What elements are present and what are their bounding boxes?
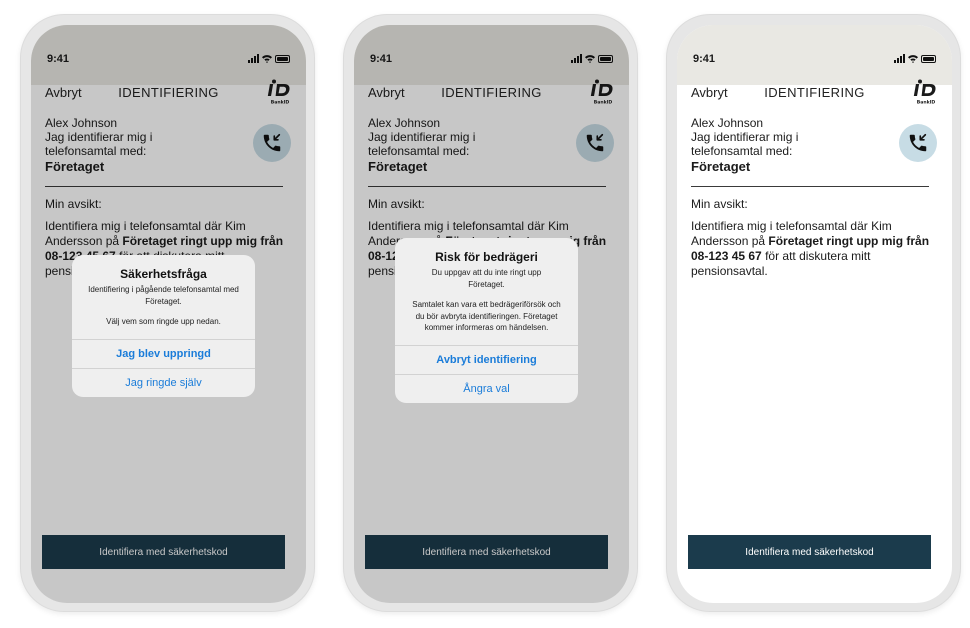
incoming-call-icon bbox=[899, 124, 937, 162]
alert-warning: Samtalet kan vara ett bedrägeriförsök oc… bbox=[412, 300, 561, 332]
undo-choice-button[interactable]: Ångra val bbox=[395, 373, 578, 403]
cellular-signal-icon bbox=[894, 54, 905, 63]
cancel-identification-button[interactable]: Avbryt identifiering bbox=[395, 344, 578, 374]
phone-frame-1: 9:41 Avbryt IDENTIFIERING BankID Alex Jo… bbox=[20, 14, 315, 612]
wifi-icon bbox=[908, 55, 918, 63]
phone-frame-3: 9:41 Avbryt IDENTIFIERING BankID Alex Jo… bbox=[666, 14, 961, 612]
phone-frame-2: 9:41 Avbryt IDENTIFIERING BankID Alex Jo… bbox=[343, 14, 638, 612]
alert-instruction: Välj vem som ringde upp nedan. bbox=[106, 317, 221, 326]
battery-icon bbox=[921, 55, 936, 63]
svg-text:BankID: BankID bbox=[917, 100, 936, 106]
alert-message: Identifiering i pågående telefonsamtal m… bbox=[88, 285, 239, 306]
alert-title: Risk för bedrägeri bbox=[435, 250, 538, 264]
company-name: Företaget bbox=[691, 159, 751, 174]
phone-screen-2: 9:41 Avbryt IDENTIFIERING BankID Alex Jo… bbox=[354, 25, 629, 603]
security-code-button[interactable]: Identifiera med säkerhetskod bbox=[688, 535, 931, 569]
identification-content: Alex Johnson Jag identifierar mig i tele… bbox=[691, 116, 937, 279]
page-title: IDENTIFIERING bbox=[764, 85, 865, 100]
identification-intro: Jag identifierar mig i telefonsamtal med… bbox=[691, 130, 799, 158]
alert-message: Du uppgav att du inte ringt upp Företage… bbox=[431, 268, 542, 289]
fraud-risk-alert: Risk för bedrägeri Du uppgav att du inte… bbox=[395, 238, 578, 403]
user-name: Alex Johnson bbox=[691, 116, 764, 130]
intent-label: Min avsikt: bbox=[691, 197, 748, 211]
status-time: 9:41 bbox=[693, 53, 716, 65]
intent-text: Identifiera mig i telefonsamtal där Kim … bbox=[691, 219, 930, 278]
security-question-alert: Säkerhetsfråga Identifiering i pågående … bbox=[72, 255, 255, 397]
phone-screen-1: 9:41 Avbryt IDENTIFIERING BankID Alex Jo… bbox=[31, 25, 306, 603]
bankid-logo-icon: BankID bbox=[913, 79, 936, 106]
section-divider bbox=[691, 186, 929, 187]
phone-screen-3: 9:41 Avbryt IDENTIFIERING BankID Alex Jo… bbox=[677, 25, 952, 603]
i-called-myself-button[interactable]: Jag ringde själv bbox=[72, 367, 255, 397]
alert-title: Säkerhetsfråga bbox=[120, 267, 207, 281]
nav-bar: Avbryt IDENTIFIERING BankID bbox=[677, 65, 952, 106]
i-was-called-button[interactable]: Jag blev uppringd bbox=[72, 338, 255, 368]
system-icons bbox=[894, 53, 936, 63]
